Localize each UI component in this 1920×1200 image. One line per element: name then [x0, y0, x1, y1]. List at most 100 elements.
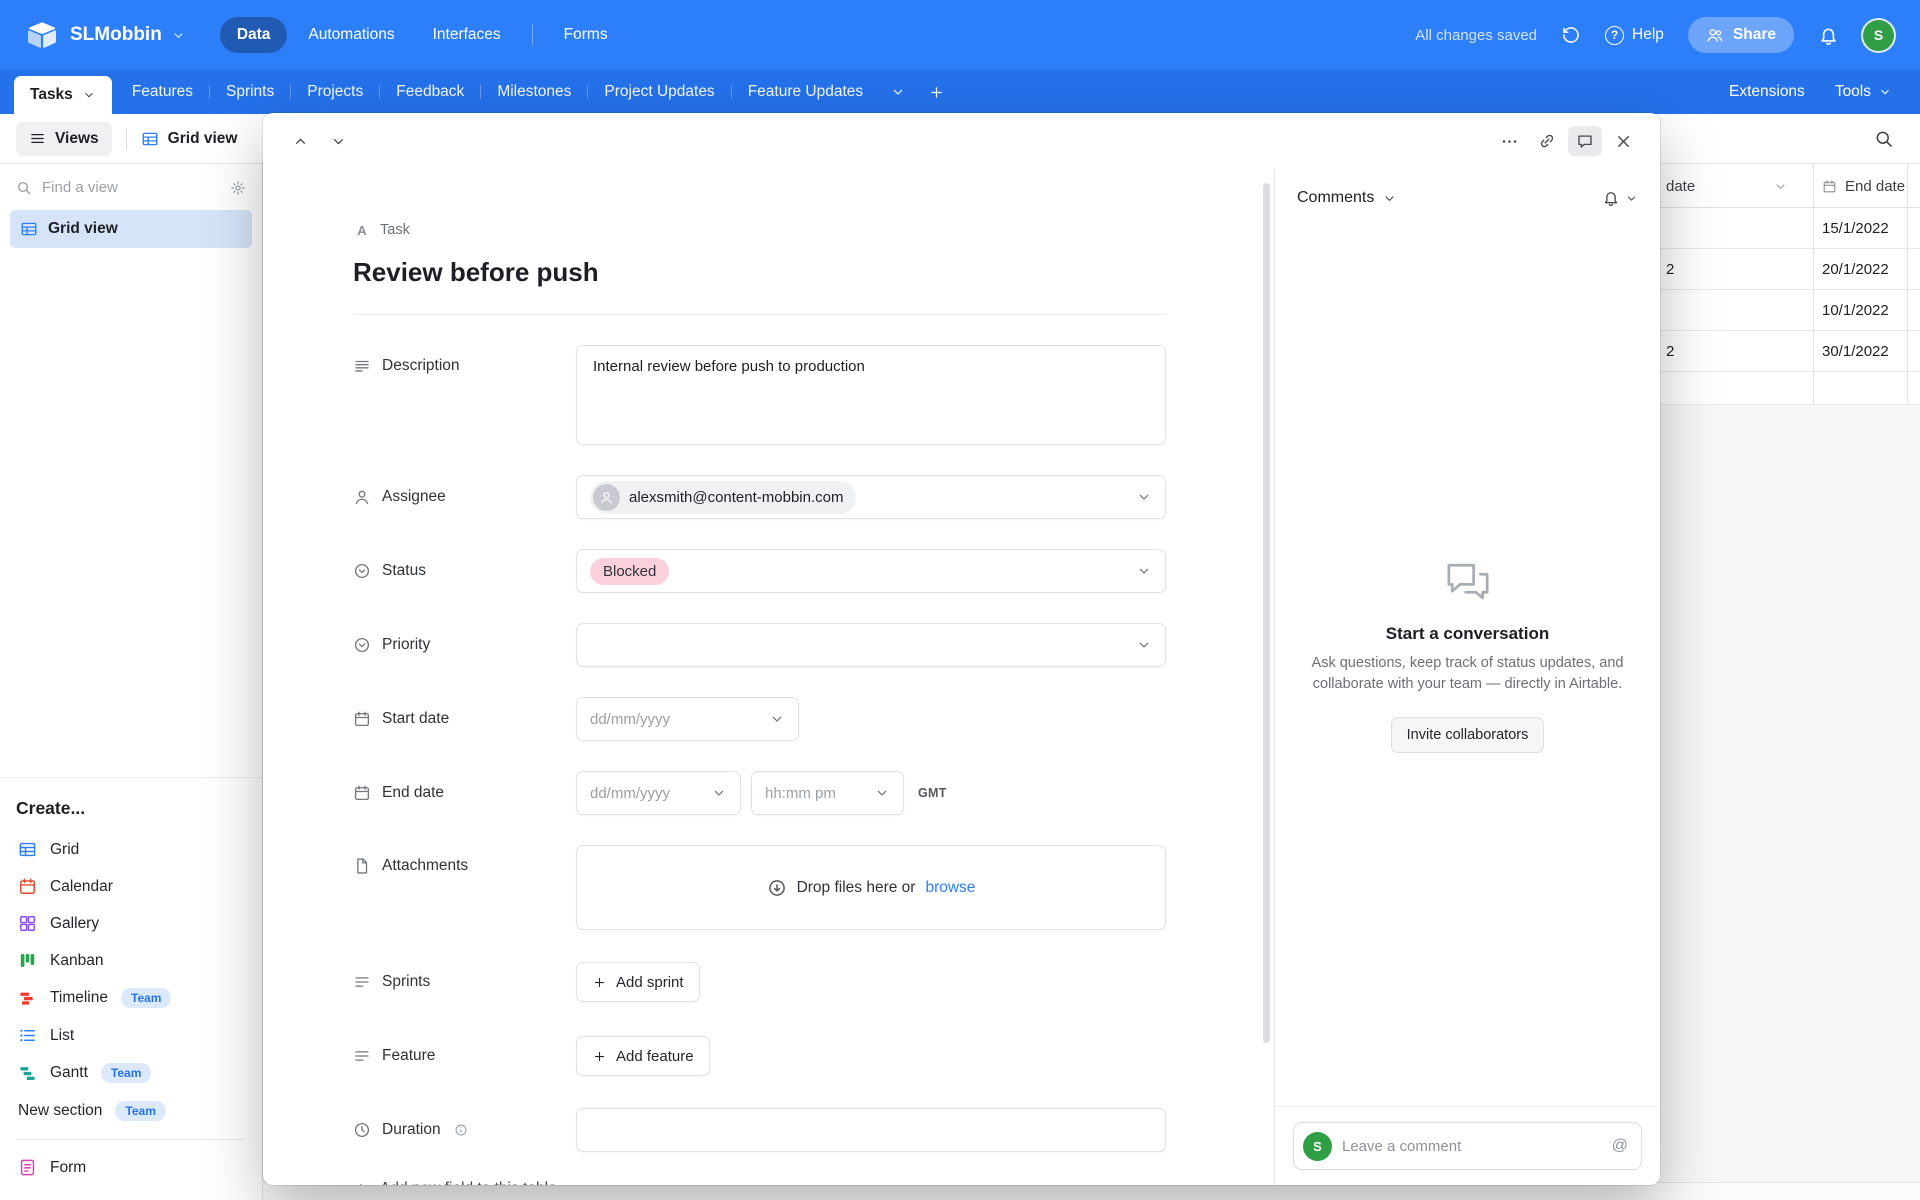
chevron-down-icon[interactable]	[1773, 179, 1788, 194]
create-view-kanban[interactable]: Kanban	[16, 942, 246, 979]
add-table-button[interactable]	[917, 70, 956, 114]
table-cell[interactable]: 2	[1666, 249, 1674, 289]
history-button[interactable]	[1561, 25, 1581, 45]
list-icon	[18, 1026, 37, 1045]
views-list: Grid view	[0, 208, 262, 256]
airtable-logo-icon[interactable]	[26, 19, 58, 51]
attachments-dropzone[interactable]: Drop files here or browse	[576, 845, 1166, 930]
workspace-switcher[interactable]: SLMobbin	[70, 24, 186, 46]
column-divider	[1907, 164, 1908, 405]
user-avatar[interactable]: S	[1863, 19, 1894, 51]
topbar: SLMobbin Data Automations Interfaces For…	[0, 0, 1920, 70]
create-view-form[interactable]: Form	[16, 1149, 246, 1186]
find-view-input[interactable]	[42, 179, 220, 196]
tab-feature-updates[interactable]: Feature Updates	[732, 70, 879, 114]
plus-icon	[592, 1049, 607, 1064]
next-record-button[interactable]	[321, 126, 355, 156]
table-cell[interactable]: 2	[1666, 331, 1674, 371]
tab-sprints[interactable]: Sprints	[210, 70, 290, 114]
add-field-button[interactable]: Add new field to this table	[353, 1176, 1166, 1185]
view-settings-button[interactable]	[230, 180, 246, 196]
current-view-button[interactable]: Grid view	[141, 129, 238, 148]
clock-icon	[353, 1121, 371, 1139]
notifications-button[interactable]	[1818, 25, 1839, 46]
download-circle-icon	[767, 878, 787, 898]
end-time-input[interactable]: hh:mm pm	[751, 771, 904, 815]
field-label-text: Sprints	[382, 973, 431, 990]
end-date-input[interactable]: dd/mm/yyyy	[576, 771, 741, 815]
create-view-calendar[interactable]: Calendar	[16, 868, 246, 905]
table-cell[interactable]: 15/1/2022	[1822, 208, 1889, 248]
invite-collaborators-button[interactable]: Invite collaborators	[1390, 717, 1545, 754]
record-scrollbar[interactable]	[1263, 183, 1270, 1043]
help-button[interactable]: Help	[1605, 25, 1664, 45]
column-header-end-date[interactable]: End date	[1822, 164, 1905, 208]
extensions-button[interactable]: Extensions	[1729, 83, 1805, 101]
field-label-text: Priority	[382, 636, 431, 653]
tab-overflow-button[interactable]	[879, 70, 917, 114]
chevron-down-icon[interactable]	[1625, 192, 1638, 205]
field-row-start-date: Start date dd/mm/yyyy	[353, 697, 1166, 741]
browse-link[interactable]: browse	[925, 879, 975, 897]
linked-records-icon	[353, 973, 371, 991]
grid-view-icon	[18, 840, 37, 859]
duration-input[interactable]	[576, 1108, 1166, 1152]
tab-tasks[interactable]: Tasks	[14, 76, 112, 114]
copy-record-link-button[interactable]	[1530, 126, 1564, 156]
comment-notifications-button[interactable]	[1602, 189, 1620, 207]
create-view-timeline[interactable]: Timeline Team	[16, 979, 246, 1017]
mention-icon[interactable]	[1612, 1137, 1628, 1155]
record-title[interactable]: Review before push	[353, 257, 1166, 288]
views-toggle-button[interactable]: Views	[16, 121, 112, 156]
tab-projects[interactable]: Projects	[291, 70, 379, 114]
status-select[interactable]: Blocked	[576, 549, 1166, 593]
table-cell[interactable]: 10/1/2022	[1822, 290, 1889, 330]
field-label-text: Feature	[382, 1047, 436, 1064]
current-view-label: Grid view	[167, 129, 238, 147]
record-menu-button[interactable]	[1492, 126, 1526, 156]
comment-footer: S	[1275, 1106, 1660, 1185]
previous-record-button[interactable]	[283, 126, 317, 156]
comments-pane: Comments Start a conversation Ask questi…	[1274, 169, 1660, 1185]
field-label-text: Duration	[382, 1121, 441, 1138]
nav-item-data[interactable]: Data	[219, 17, 288, 53]
create-view-list[interactable]: List	[16, 1017, 246, 1054]
tab-project-updates[interactable]: Project Updates	[588, 70, 730, 114]
create-item-label: Gallery	[50, 914, 100, 932]
field-row-description: Description Internal review before push …	[353, 345, 1166, 445]
tools-button[interactable]: Tools	[1835, 83, 1892, 101]
table-cell[interactable]: 20/1/2022	[1822, 249, 1889, 289]
table-cell[interactable]: 30/1/2022	[1822, 331, 1889, 371]
add-feature-label: Add feature	[616, 1047, 694, 1065]
comments-dropdown[interactable]: Comments	[1297, 189, 1397, 207]
nav-item-automations[interactable]: Automations	[291, 17, 411, 53]
nav-item-forms[interactable]: Forms	[547, 17, 625, 53]
add-sprint-button[interactable]: Add sprint	[576, 962, 700, 1002]
toggle-comments-button[interactable]	[1568, 126, 1602, 156]
tab-milestones[interactable]: Milestones	[481, 70, 587, 114]
tab-feedback[interactable]: Feedback	[380, 70, 480, 114]
create-view-grid[interactable]: Grid	[16, 831, 246, 868]
tab-features[interactable]: Features	[116, 70, 209, 114]
create-view-gallery[interactable]: Gallery	[16, 905, 246, 942]
nav-item-interfaces[interactable]: Interfaces	[416, 17, 518, 53]
view-item-grid-view[interactable]: Grid view	[10, 210, 252, 248]
tab-label: Feature Updates	[747, 83, 864, 100]
column-header-partial-date[interactable]: date	[1666, 164, 1695, 208]
start-date-input[interactable]: dd/mm/yyyy	[576, 697, 799, 741]
create-new-section[interactable]: New section Team	[16, 1092, 246, 1130]
assignee-select[interactable]: alexsmith@content-mobbin.com	[576, 475, 1166, 519]
description-input[interactable]: Internal review before push to productio…	[576, 345, 1166, 445]
share-label: Share	[1732, 26, 1776, 43]
chevron-down-icon	[82, 88, 96, 102]
close-record-button[interactable]	[1606, 126, 1640, 156]
share-button[interactable]: Share	[1687, 17, 1794, 53]
add-feature-button[interactable]: Add feature	[576, 1036, 710, 1076]
create-view-gantt[interactable]: Gantt Team	[16, 1054, 246, 1092]
search-button[interactable]	[1874, 129, 1904, 149]
priority-select[interactable]	[576, 623, 1166, 667]
toolbar-divider	[125, 127, 127, 150]
chevron-down-icon	[1136, 563, 1152, 579]
comment-input[interactable]	[1342, 1137, 1602, 1155]
dropzone-text: Drop files here or	[796, 878, 916, 896]
